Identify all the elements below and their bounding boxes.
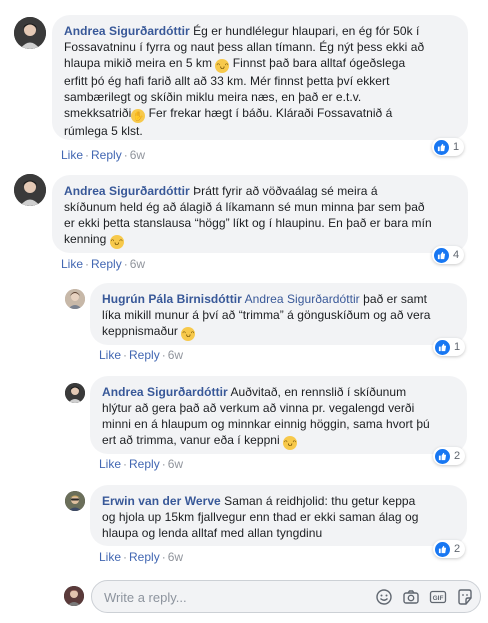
like-button[interactable]: Like	[99, 550, 121, 564]
reaction-count[interactable]: 4	[432, 246, 465, 264]
reaction-count[interactable]: 2	[433, 447, 466, 465]
timestamp[interactable]: 6w	[130, 257, 145, 271]
comment-text: rúmlega 5 klst.	[64, 124, 143, 138]
smiling-emoji-icon: ᵔᴗᵔ	[181, 327, 196, 341]
smiling-emoji-icon: ᵔᴗᵔ	[109, 235, 124, 249]
current-user-avatar[interactable]	[64, 586, 84, 606]
comment-author[interactable]: Andrea Sigurðardóttir	[64, 24, 190, 38]
comment-text: kenning	[64, 232, 107, 246]
reply-button[interactable]: Reply	[91, 257, 122, 271]
comment-text: Þrátt fyrir að vöðvaálag sé meira á	[189, 184, 378, 198]
reaction-count-value: 1	[453, 141, 460, 153]
comment-text: hlaupa mikið meira en 5 km	[64, 56, 213, 70]
comment-author[interactable]: Andrea Sigurðardóttir	[64, 184, 190, 198]
comment-text: minni en á hlaupum og minnkar einnig hög…	[102, 417, 430, 431]
like-button[interactable]: Like	[99, 348, 121, 362]
like-icon	[435, 448, 450, 464]
comment-text: sambærilegt og skíðin miklu meira næs, e…	[64, 90, 362, 104]
comment-text: hlaupa og lenda alltaf med allan tyngdin…	[102, 526, 323, 540]
smiling-emoji-icon: ᵔᴗᵔ	[283, 436, 298, 450]
comment-actions: Like · Reply · 6w	[99, 457, 184, 471]
smiley-icon[interactable]	[375, 588, 393, 606]
comment-text: líka mikill munur á því að “trimma” á gö…	[102, 308, 431, 322]
reaction-count-value: 2	[454, 450, 461, 462]
comment-text: Finnst það bara alltaf ógeðslega	[229, 56, 406, 70]
like-icon	[435, 541, 450, 557]
comment-text: hlýtur að gera það að verkum að vinna pr…	[102, 401, 415, 415]
comment-text: erfitt þó ég hafi farið allt að 33 km. M…	[64, 74, 390, 88]
comment-text: smekksatriði	[64, 106, 132, 120]
comment-text: Saman á reidhjolid: thu getur keppa	[220, 494, 416, 508]
reply-button[interactable]: Reply	[91, 148, 122, 162]
reaction-count[interactable]: 1	[432, 138, 465, 156]
mention-link[interactable]: Andrea Sigurðardóttir	[245, 292, 360, 306]
comment-bubble: Hugrún Pála Birnisdóttir Andrea Sigurðar…	[90, 283, 467, 345]
laughing-emoji-icon: ᵔᴗᵔ	[215, 59, 230, 73]
avatar[interactable]	[14, 17, 46, 49]
comment-bubble: Andrea Sigurðardóttir Þrátt fyrir að vöð…	[52, 175, 468, 253]
timestamp[interactable]: 6w	[168, 550, 183, 564]
timestamp[interactable]: 6w	[130, 148, 145, 162]
svg-text:GIF: GIF	[433, 595, 444, 602]
like-button[interactable]: Like	[99, 457, 121, 471]
reaction-count[interactable]: 1	[433, 338, 466, 356]
comment-text: Fossavatninu í fyrra og naut þess allan …	[64, 40, 425, 54]
comment-text: er ekki þetta stanslausa “högg” líkt og …	[64, 216, 432, 230]
reply-button[interactable]: Reply	[129, 550, 160, 564]
like-icon	[435, 339, 450, 355]
comment-text: Auðvitað, en rennslið í skíðunum	[227, 385, 407, 399]
like-icon	[434, 247, 449, 263]
timestamp[interactable]: 6w	[168, 457, 183, 471]
reaction-count[interactable]: 2	[433, 540, 466, 558]
reply-button[interactable]: Reply	[129, 348, 160, 362]
sticker-icon[interactable]	[456, 588, 474, 606]
comment-text: Fer frekar hægt í báðu. Kláraði Fossavat…	[145, 106, 393, 120]
comment-actions: Like · Reply · 6w	[99, 550, 184, 564]
comment-bubble: Andrea Sigurðardóttir Ég er hundlélegur …	[52, 15, 468, 140]
reaction-count-value: 1	[454, 341, 461, 353]
comment-bubble: Erwin van der Werve Saman á reidhjolid: …	[90, 485, 467, 546]
reply-input[interactable]: Write a reply... GIF	[91, 580, 481, 613]
reaction-count-value: 2	[454, 543, 461, 555]
avatar[interactable]	[65, 289, 85, 309]
comment-text: keppnismaður	[102, 324, 178, 338]
like-button[interactable]: Like	[61, 257, 83, 271]
comment-author[interactable]: Hugrún Pála Birnisdóttir	[102, 292, 242, 306]
comment-text: ert að trimma, vanur eða í keppni	[102, 433, 280, 447]
comment-text: það er samt	[359, 292, 428, 306]
reply-input-placeholder: Write a reply...	[104, 590, 187, 605]
gif-icon[interactable]: GIF	[429, 588, 447, 606]
camera-icon[interactable]	[402, 588, 420, 606]
timestamp[interactable]: 6w	[168, 348, 183, 362]
avatar[interactable]	[65, 491, 85, 511]
comment-author[interactable]: Andrea Sigurðardóttir	[102, 385, 228, 399]
comment-bubble: Andrea Sigurðardóttir Auðvitað, en renns…	[90, 376, 467, 454]
avatar[interactable]	[14, 174, 46, 206]
avatar[interactable]	[65, 383, 85, 403]
ok-hand-emoji-icon: ✋	[131, 109, 146, 123]
comment-actions: Like · Reply · 6w	[61, 257, 146, 271]
comment-actions: Like · Reply · 6w	[61, 148, 146, 162]
reply-button[interactable]: Reply	[129, 457, 160, 471]
like-button[interactable]: Like	[61, 148, 83, 162]
comment-author[interactable]: Erwin van der Werve	[102, 494, 221, 508]
comment-actions: Like · Reply · 6w	[99, 348, 184, 362]
reaction-count-value: 4	[453, 249, 460, 261]
comment-text: og hjola up 15km fjallvegur enn thad er …	[102, 510, 419, 524]
comment-text: skíðunum held ég að álagið á líkamann sé…	[64, 200, 425, 214]
comment-text: Ég er hundlélegur hlaupari, en ég fór 50…	[189, 24, 420, 38]
like-icon	[434, 139, 449, 155]
